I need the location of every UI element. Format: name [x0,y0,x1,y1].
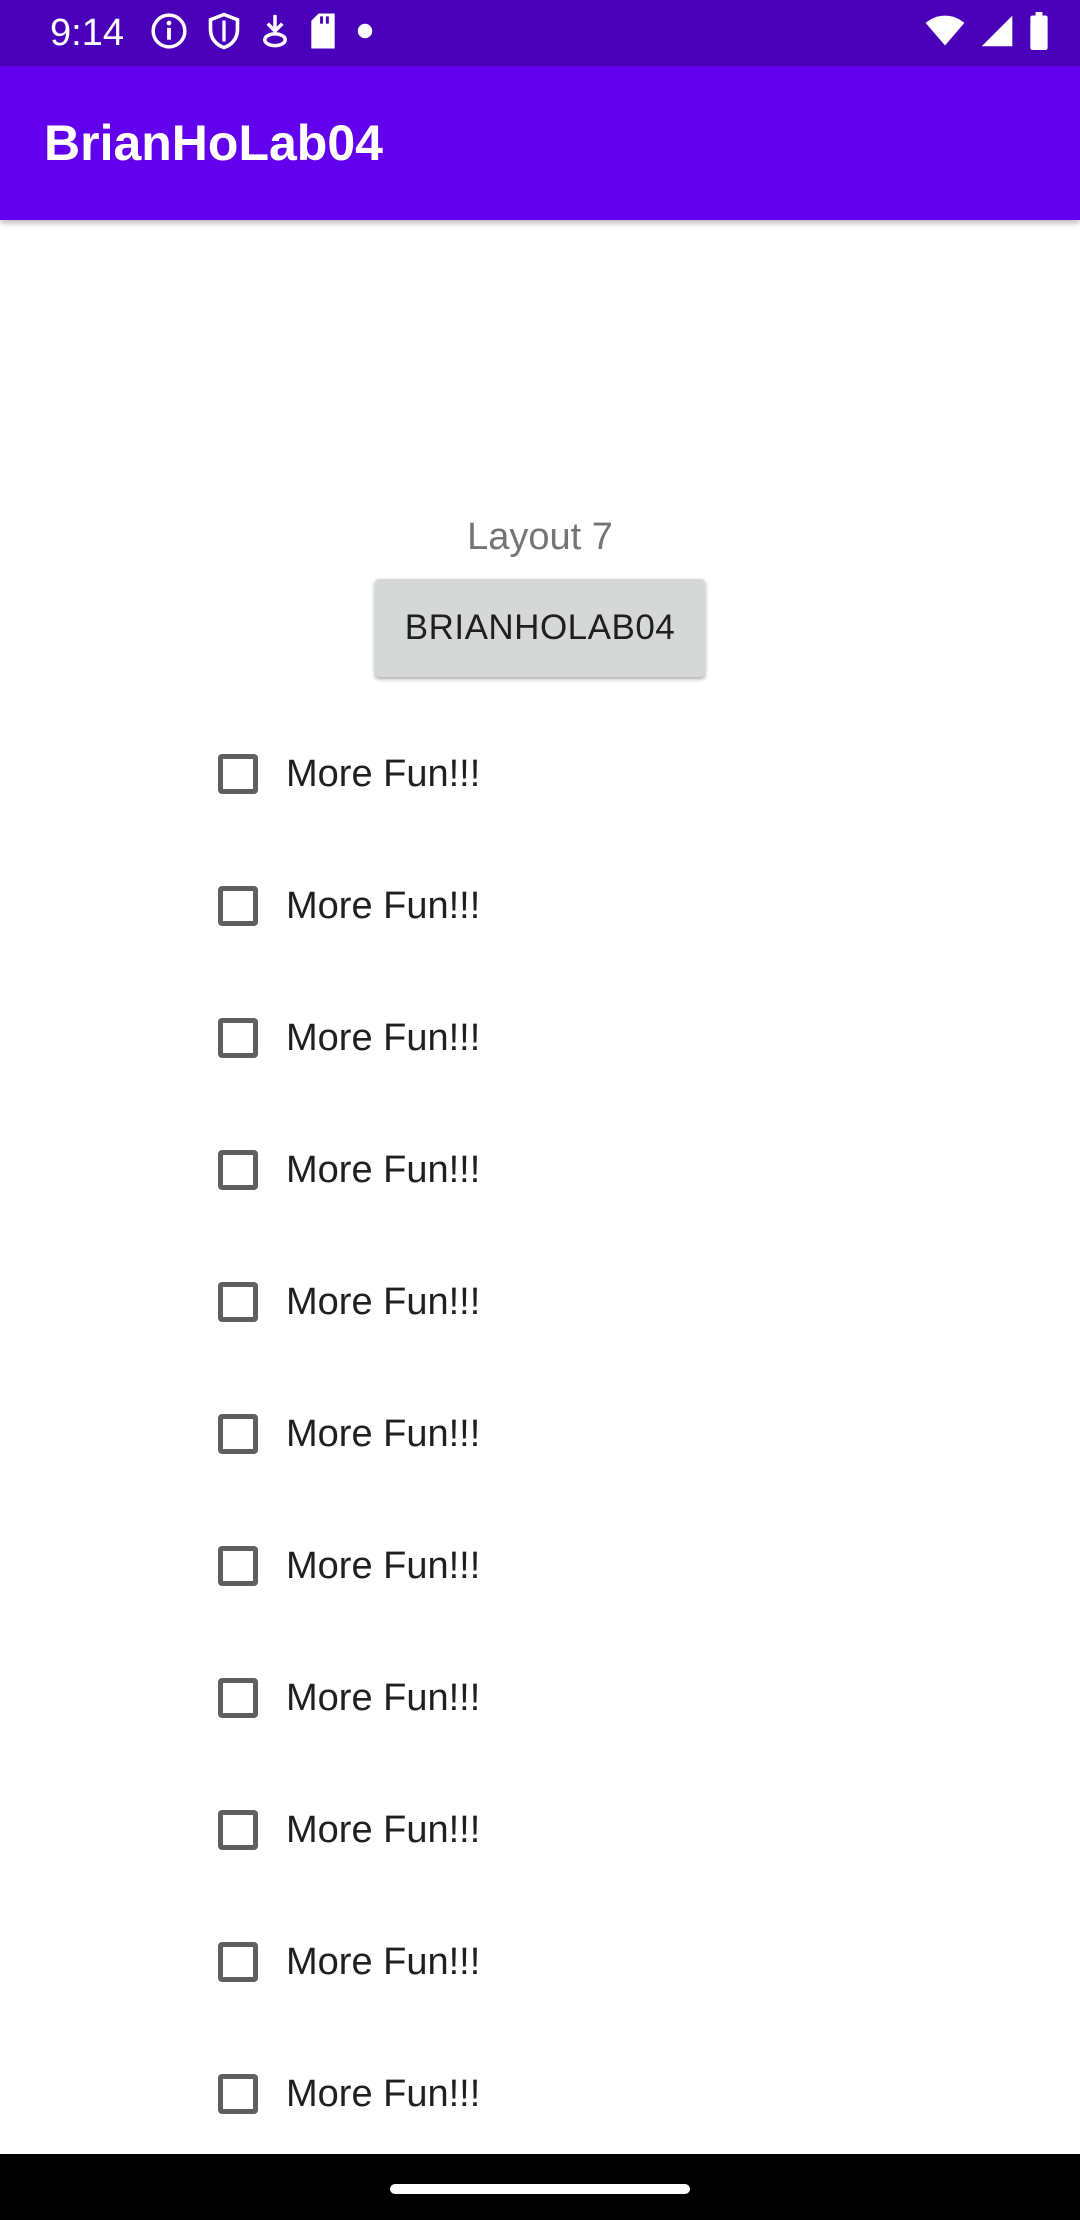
checkbox[interactable] [218,1150,258,1190]
checkbox-label: More Fun!!! [286,2072,481,2115]
signal-icon [980,14,1014,53]
info-icon [150,12,188,55]
checkbox[interactable] [218,1414,258,1454]
checkbox[interactable] [218,886,258,926]
dot-icon [356,22,374,45]
checkbox[interactable] [218,1546,258,1586]
checkbox[interactable] [218,1942,258,1982]
battery-icon [1028,11,1050,55]
checkbox[interactable] [218,1678,258,1718]
checkbox-label: More Fun!!! [286,884,481,927]
checkbox[interactable] [218,1282,258,1322]
wifi-icon [924,14,966,53]
checkbox-item[interactable]: More Fun!!! [216,1764,816,1896]
layout-label: Layout 7 [467,516,613,558]
status-bar: 9:14 [0,0,1080,66]
checkbox[interactable] [218,1810,258,1850]
checkbox-label: More Fun!!! [286,1676,481,1719]
checkbox-item[interactable]: More Fun!!! [216,1500,816,1632]
navigation-bar [0,2154,1080,2220]
checkbox[interactable] [218,1018,258,1058]
checkbox-label: More Fun!!! [286,1544,481,1587]
sd-card-icon [308,12,338,55]
system-icons [924,11,1050,55]
checkbox[interactable] [218,2074,258,2114]
checkbox-label: More Fun!!! [286,752,481,795]
app-title: BrianHoLab04 [44,115,383,171]
checkbox-item[interactable]: More Fun!!! [216,1896,816,2028]
app-bar: BrianHoLab04 [0,66,1080,220]
checkbox-item[interactable]: More Fun!!! [216,972,816,1104]
checkbox-item[interactable]: More Fun!!! [216,840,816,972]
checkbox-item[interactable]: More Fun!!! [216,1632,816,1764]
shield-icon [206,11,242,56]
notification-icons [150,12,374,54]
checkbox-label: More Fun!!! [286,1280,481,1323]
checkbox-list: More Fun!!! More Fun!!! More Fun!!! More… [216,708,816,2160]
checkbox-item[interactable]: More Fun!!! [216,2028,816,2160]
checkbox-item[interactable]: More Fun!!! [216,1368,816,1500]
checkbox-item[interactable]: More Fun!!! [216,708,816,840]
checkbox-label: More Fun!!! [286,1412,481,1455]
status-time: 9:14 [50,12,124,54]
checkbox-label: More Fun!!! [286,1940,481,1983]
checkbox-item[interactable]: More Fun!!! [216,1236,816,1368]
brianholab04-button[interactable]: BRIANHOLAB04 [375,579,705,677]
checkbox-label: More Fun!!! [286,1148,481,1191]
home-gesture-pill[interactable] [390,2184,690,2194]
download-icon [260,12,290,55]
checkbox-label: More Fun!!! [286,1016,481,1059]
checkbox-item[interactable]: More Fun!!! [216,1104,816,1236]
checkbox-label: More Fun!!! [286,1808,481,1851]
checkbox[interactable] [218,754,258,794]
